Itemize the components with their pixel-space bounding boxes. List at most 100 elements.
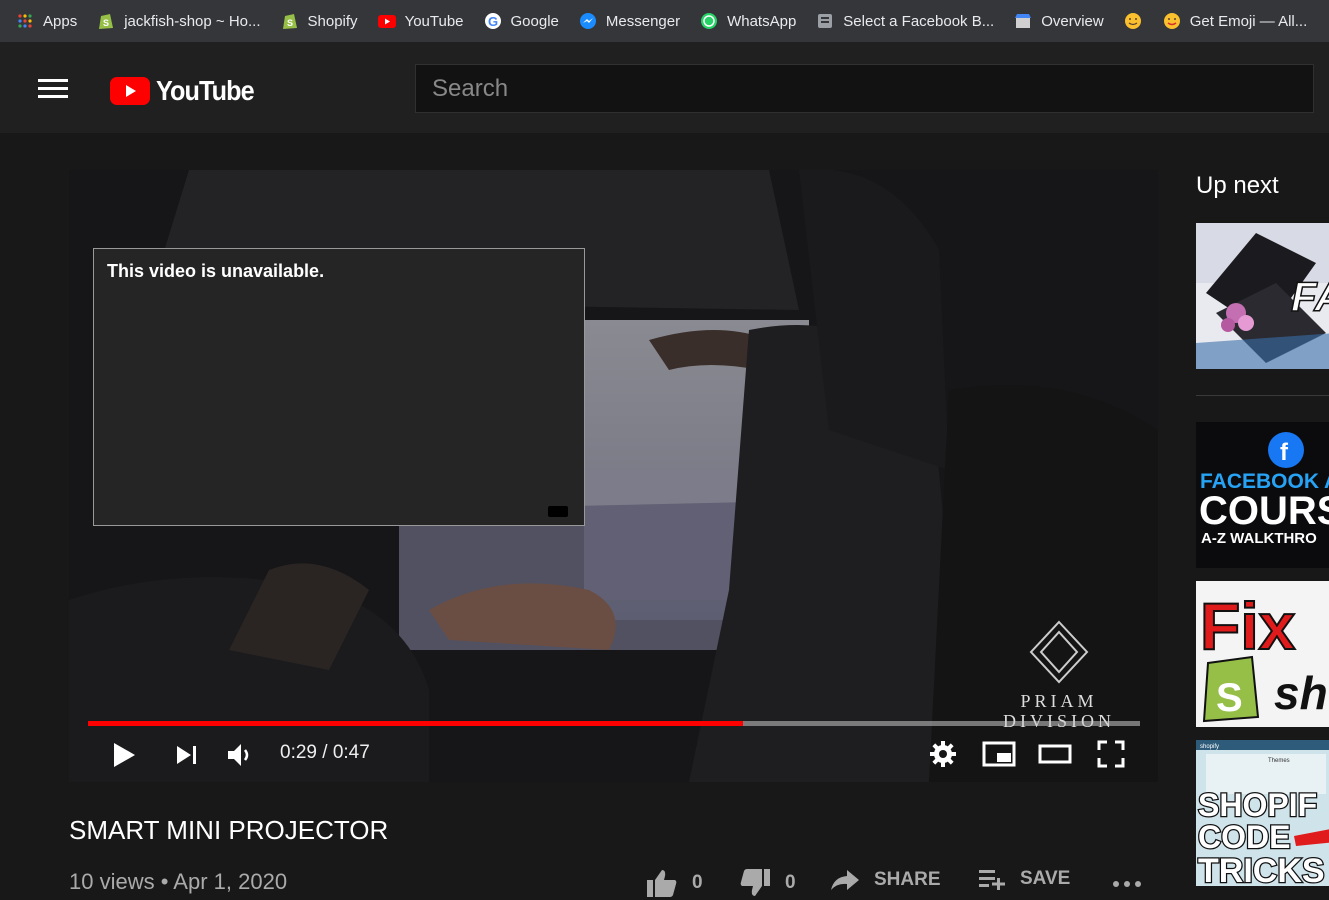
- thumbnail-text: CODE: [1198, 819, 1290, 855]
- next-button[interactable]: [173, 742, 201, 768]
- svg-text:Themes: Themes: [1268, 758, 1290, 764]
- miniplayer-indicator: [548, 506, 568, 517]
- masthead: YouTube Search: [0, 42, 1329, 133]
- bookmark-youtube[interactable]: YouTube: [377, 0, 484, 42]
- video-title: SMART MINI PROJECTOR: [69, 815, 389, 845]
- thumbs-up-icon: [647, 870, 677, 897]
- fullscreen-button[interactable]: [1095, 739, 1127, 769]
- like-button[interactable]: 0: [646, 868, 703, 898]
- bookmark-label: YouTube: [404, 12, 464, 30]
- bookmark-label: Get Emoji — All...: [1189, 12, 1308, 30]
- svg-text:S: S: [103, 18, 109, 28]
- up-next-thumbnail-3[interactable]: Fix S sh: [1196, 581, 1329, 727]
- bookmark-jackfish-shop[interactable]: S jackfish-shop ~ Ho...: [97, 0, 280, 42]
- thumbnail-image: Fix S sh: [1196, 581, 1329, 727]
- youtube-icon: [377, 12, 396, 30]
- bookmark-label: Shopify: [307, 12, 358, 30]
- bookmark-whatsapp[interactable]: WhatsApp: [700, 0, 816, 42]
- theater-icon: [1038, 744, 1072, 764]
- dislike-button[interactable]: 0: [739, 868, 796, 898]
- error-overlay: This video is unavailable.: [93, 248, 585, 526]
- settings-button[interactable]: [928, 739, 958, 769]
- fullscreen-icon: [1097, 740, 1125, 768]
- like-count: 0: [692, 872, 703, 893]
- menu-icon[interactable]: [38, 79, 68, 99]
- thumbnail-text: A-Z WALKTHRO: [1201, 530, 1317, 547]
- diamond-logo-icon: [1029, 620, 1089, 684]
- time-display: 0:29 / 0:47: [280, 742, 370, 763]
- up-next-thumbnail-4[interactable]: shopify Themes SHOPIF CODE TRICKS: [1196, 740, 1329, 886]
- svg-text:S: S: [287, 18, 293, 28]
- bookmark-label: WhatsApp: [727, 12, 797, 30]
- playlist-add-icon: [979, 870, 1005, 890]
- shopify-icon: S: [97, 12, 115, 30]
- bookmark-label: Google: [510, 12, 559, 30]
- emoji-icon: [1163, 12, 1181, 30]
- thumbnail-text: COURS: [1199, 489, 1329, 533]
- svg-text:S: S: [1216, 676, 1243, 720]
- whatsapp-icon: [700, 12, 718, 30]
- share-button[interactable]: SHARE: [830, 868, 941, 892]
- play-button[interactable]: [109, 740, 139, 770]
- google-icon: G: [484, 12, 502, 30]
- dislike-count: 0: [785, 872, 796, 893]
- bookmark-google[interactable]: G Google: [484, 0, 579, 42]
- bookmark-label: Overview: [1041, 12, 1104, 30]
- bookmark-label: jackfish-shop ~ Ho...: [124, 12, 261, 30]
- bookmark-label: Messenger: [605, 12, 681, 30]
- play-icon: [114, 743, 135, 767]
- bookmark-label: Apps: [43, 12, 78, 30]
- sidebar-divider: [1196, 395, 1329, 396]
- apps-grid-icon: [16, 12, 34, 30]
- thumbnail-text: Fix: [1200, 589, 1296, 663]
- thumbnail-text: sh: [1274, 667, 1328, 719]
- bookmark-messenger[interactable]: Messenger: [579, 0, 700, 42]
- error-message: This video is unavailable.: [107, 261, 325, 281]
- progress-fill: [88, 721, 744, 726]
- mute-button[interactable]: [225, 740, 255, 770]
- more-horizontal-icon: [1113, 881, 1141, 887]
- page-icon: [816, 12, 834, 30]
- player-controls: 0:29 / 0:47: [69, 732, 1158, 780]
- gear-icon: [930, 741, 956, 767]
- bookmarks-bar: Apps S jackfish-shop ~ Ho... S Shopify Y…: [0, 0, 1329, 42]
- up-next-thumbnail-1[interactable]: FA: [1196, 223, 1329, 369]
- thumbnail-text: FA: [1291, 273, 1329, 320]
- thumbnail-image: f FACEBOOK A COURS A-Z WALKTHRO: [1196, 422, 1329, 568]
- bookmark-facebook-business[interactable]: Select a Facebook B...: [816, 0, 1014, 42]
- bookmark-emoji[interactable]: [1124, 0, 1163, 42]
- video-player[interactable]: This video is unavailable. PRIAM DIVISIO…: [69, 170, 1158, 782]
- miniplayer-button[interactable]: [981, 740, 1017, 768]
- progress-bar[interactable]: [88, 721, 1140, 726]
- theater-mode-button[interactable]: [1037, 742, 1073, 766]
- thumbnail-image: FA: [1196, 223, 1329, 369]
- bookmark-shopify[interactable]: S Shopify: [281, 0, 378, 42]
- volume-icon: [228, 744, 249, 766]
- search-input[interactable]: Search: [415, 64, 1314, 113]
- search-placeholder: Search: [432, 74, 509, 102]
- miniplayer-icon: [982, 741, 1016, 767]
- up-next-heading: Up next: [1196, 172, 1279, 199]
- save-label: SAVE: [1020, 868, 1071, 889]
- youtube-logo[interactable]: YouTube: [110, 75, 265, 107]
- shopify-icon: S: [281, 12, 299, 30]
- up-next-thumbnail-2[interactable]: f FACEBOOK A COURS A-Z WALKTHRO: [1196, 422, 1329, 568]
- share-icon: [831, 870, 859, 890]
- video-meta: 10 views • Apr 1, 2020: [69, 869, 288, 894]
- thumbs-down-icon: [740, 869, 770, 896]
- more-actions-button[interactable]: [1112, 880, 1156, 888]
- bookmark-label: Select a Facebook B...: [843, 12, 995, 30]
- store-icon: [1014, 12, 1032, 30]
- bookmark-apps[interactable]: Apps: [16, 0, 97, 42]
- share-label: SHARE: [874, 869, 941, 890]
- svg-text:G: G: [488, 14, 498, 29]
- bookmark-get-emoji[interactable]: Get Emoji — All...: [1163, 0, 1328, 42]
- logo-text: YouTube: [156, 75, 255, 106]
- save-button[interactable]: SAVE: [978, 868, 1070, 890]
- thumbnail-text: SHOPIF: [1198, 787, 1317, 823]
- youtube-play-icon: [110, 77, 150, 105]
- thumbnail-image: shopify Themes SHOPIF CODE TRICKS: [1196, 740, 1329, 886]
- svg-text:f: f: [1280, 439, 1289, 466]
- bookmark-overview[interactable]: Overview: [1014, 0, 1124, 42]
- watermark-line-1: PRIAM: [1020, 691, 1098, 711]
